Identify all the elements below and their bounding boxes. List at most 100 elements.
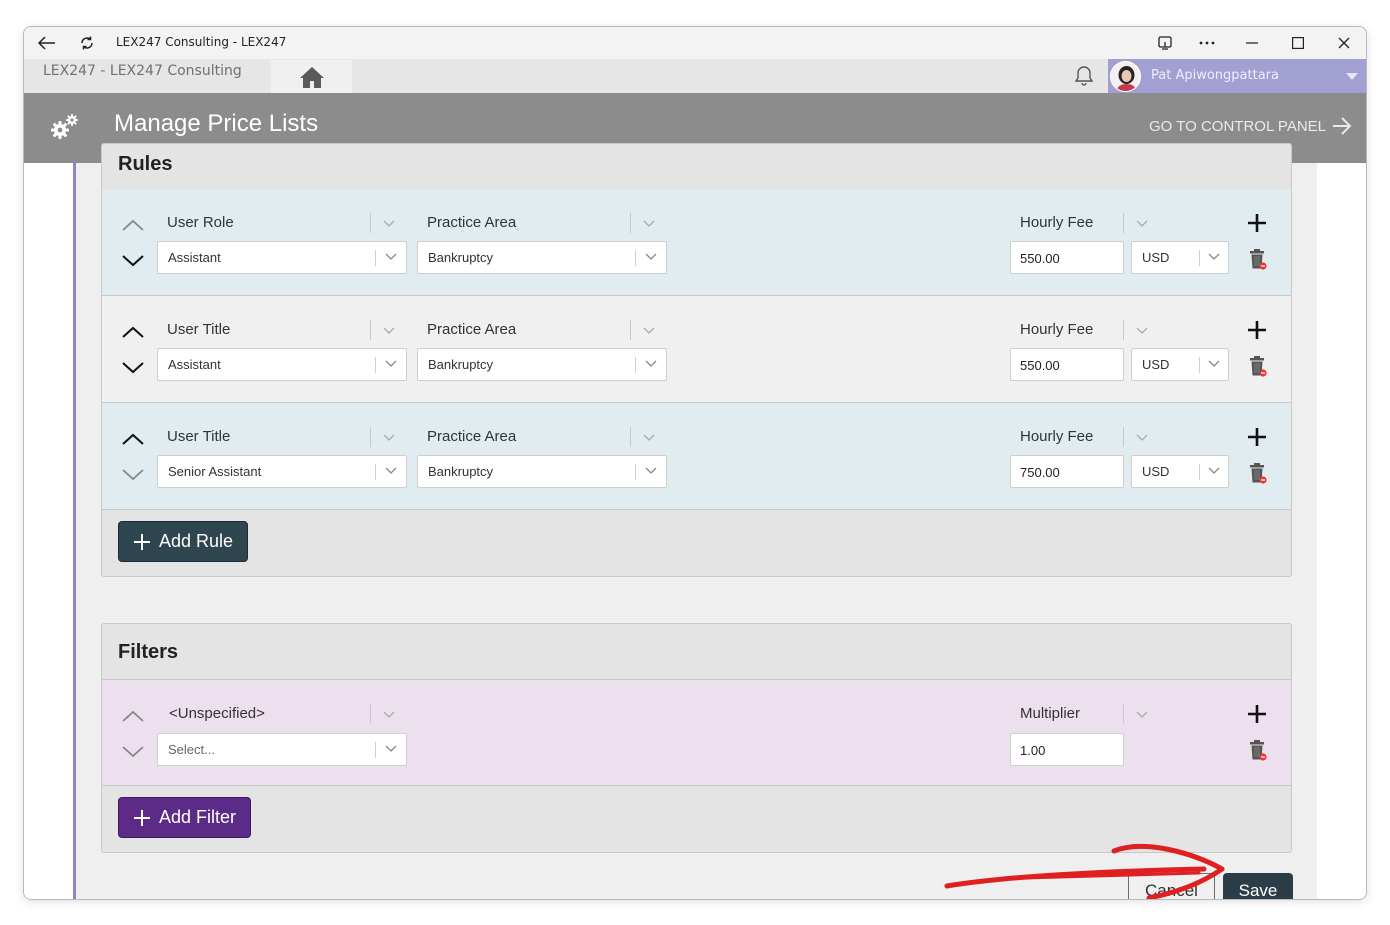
chevron-down-icon[interactable] — [383, 220, 395, 227]
refresh-icon[interactable] — [74, 27, 100, 59]
practice-area-label[interactable]: Practice Area — [427, 321, 516, 338]
fee-input[interactable]: 550.00 — [1010, 241, 1124, 274]
breadcrumb[interactable]: LEX247 - LEX247 Consulting — [43, 63, 242, 79]
chevron-down-icon[interactable] — [1136, 220, 1148, 227]
filter-type-label[interactable]: <Unspecified> — [169, 705, 265, 722]
fee-label[interactable]: Hourly Fee — [1020, 428, 1093, 445]
divider — [1123, 704, 1124, 724]
divider — [630, 427, 631, 447]
control-panel-link[interactable]: GO TO CONTROL PANEL — [1149, 117, 1352, 135]
practice-area-value: Bankruptcy — [428, 250, 494, 265]
fee-input[interactable]: 550.00 — [1010, 348, 1124, 381]
minimize-icon[interactable] — [1239, 27, 1265, 59]
chevron-down-icon[interactable] — [643, 434, 655, 441]
fee-label[interactable]: Hourly Fee — [1020, 214, 1093, 231]
close-icon[interactable] — [1331, 27, 1357, 59]
currency-select[interactable]: USD — [1131, 455, 1229, 488]
rule-row: User Title Practice Area Hourly Fee Assi… — [102, 296, 1291, 403]
fee-value: 550.00 — [1020, 358, 1060, 373]
rule-type-select[interactable]: Senior Assistant — [157, 455, 407, 488]
chevron-down-icon[interactable] — [383, 711, 395, 718]
practice-area-label[interactable]: Practice Area — [427, 214, 516, 231]
chevron-down-icon[interactable] — [643, 220, 655, 227]
plus-icon[interactable] — [1246, 703, 1268, 725]
filter-placeholder: Select... — [168, 742, 215, 757]
title-bar: LEX247 Consulting - LEX247 — [24, 27, 1366, 59]
add-filter-button[interactable]: Add Filter — [118, 797, 252, 838]
trash-icon[interactable] — [1247, 355, 1269, 379]
gears-icon — [51, 114, 78, 139]
practice-area-select[interactable]: Bankruptcy — [417, 348, 667, 381]
multiplier-value: 1.00 — [1020, 743, 1046, 758]
divider — [1123, 320, 1124, 340]
practice-area-select[interactable]: Bankruptcy — [417, 241, 667, 274]
add-rule-button[interactable]: Add Rule — [118, 521, 249, 562]
rule-type-label[interactable]: User Title — [167, 428, 230, 445]
chevron-down-icon[interactable] — [120, 465, 146, 485]
chevron-down-icon[interactable] — [120, 742, 146, 762]
user-name: Pat Apiwongpattara — [1151, 68, 1279, 83]
divider — [375, 464, 376, 480]
divider — [375, 357, 376, 373]
trash-icon[interactable] — [1247, 462, 1269, 486]
rule-type-select[interactable]: Assistant — [157, 241, 407, 274]
plus-icon[interactable] — [1246, 319, 1268, 341]
trash-icon[interactable] — [1247, 739, 1269, 763]
filters-title: Filters — [118, 641, 179, 663]
save-button[interactable]: Save — [1223, 873, 1293, 899]
currency-select[interactable]: USD — [1131, 241, 1229, 274]
divider — [1199, 250, 1200, 266]
bell-icon[interactable] — [1072, 64, 1096, 88]
cast-icon[interactable] — [1152, 27, 1178, 59]
rule-type-label[interactable]: User Role — [167, 214, 234, 231]
home-icon — [299, 66, 324, 88]
add-rule-label: Add Rule — [159, 531, 234, 551]
chevron-down-icon[interactable] — [643, 327, 655, 334]
currency-value: USD — [1142, 464, 1170, 479]
practice-area-select[interactable]: Bankruptcy — [417, 455, 667, 488]
trash-icon[interactable] — [1247, 248, 1269, 272]
rule-type-value: Assistant — [168, 250, 221, 265]
fee-input[interactable]: 750.00 — [1010, 455, 1124, 488]
multiplier-input[interactable]: 1.00 — [1010, 733, 1124, 766]
user-menu[interactable]: Pat Apiwongpattara — [1108, 59, 1366, 93]
chevron-down-icon — [645, 360, 657, 367]
rule-type-select[interactable]: Assistant — [157, 348, 407, 381]
divider — [1123, 427, 1124, 447]
currency-select[interactable]: USD — [1131, 348, 1229, 381]
rule-type-label[interactable]: User Title — [167, 321, 230, 338]
maximize-icon[interactable] — [1285, 27, 1311, 59]
home-button[interactable] — [271, 60, 352, 93]
add-filter-label: Add Filter — [159, 807, 237, 827]
chevron-down-icon[interactable] — [1136, 327, 1148, 334]
rule-row: User Role Practice Area Hourly Fee Assis… — [102, 189, 1291, 296]
chevron-down-icon — [645, 467, 657, 474]
chevron-down-icon[interactable] — [120, 251, 146, 271]
fee-label[interactable]: Hourly Fee — [1020, 321, 1093, 338]
plus-icon[interactable] — [1246, 426, 1268, 448]
chevron-down-icon[interactable] — [1136, 434, 1148, 441]
divider — [1199, 464, 1200, 480]
multiplier-label[interactable]: Multiplier — [1020, 705, 1080, 722]
more-icon[interactable] — [1194, 27, 1220, 59]
avatar — [1110, 61, 1141, 92]
currency-value: USD — [1142, 250, 1170, 265]
practice-area-value: Bankruptcy — [428, 464, 494, 479]
chevron-down-icon[interactable] — [383, 327, 395, 334]
chevron-up-icon[interactable] — [120, 429, 146, 449]
cancel-button[interactable]: Cancel — [1128, 873, 1215, 899]
chevron-down-icon[interactable] — [383, 434, 395, 441]
back-arrow-icon[interactable] — [34, 27, 60, 59]
plus-icon[interactable] — [1246, 212, 1268, 234]
main-content: Rules User Role Practice Area Hourly Fee… — [24, 143, 1366, 899]
chevron-down-icon[interactable] — [120, 358, 146, 378]
divider — [1123, 213, 1124, 233]
chevron-down-icon[interactable] — [1136, 711, 1148, 718]
chevron-up-icon[interactable] — [120, 215, 146, 235]
filter-value-select[interactable]: Select... — [157, 733, 407, 766]
practice-area-label[interactable]: Practice Area — [427, 428, 516, 445]
fee-value: 550.00 — [1020, 251, 1060, 266]
chevron-up-icon[interactable] — [120, 706, 146, 726]
divider — [370, 320, 371, 340]
chevron-up-icon[interactable] — [120, 322, 146, 342]
